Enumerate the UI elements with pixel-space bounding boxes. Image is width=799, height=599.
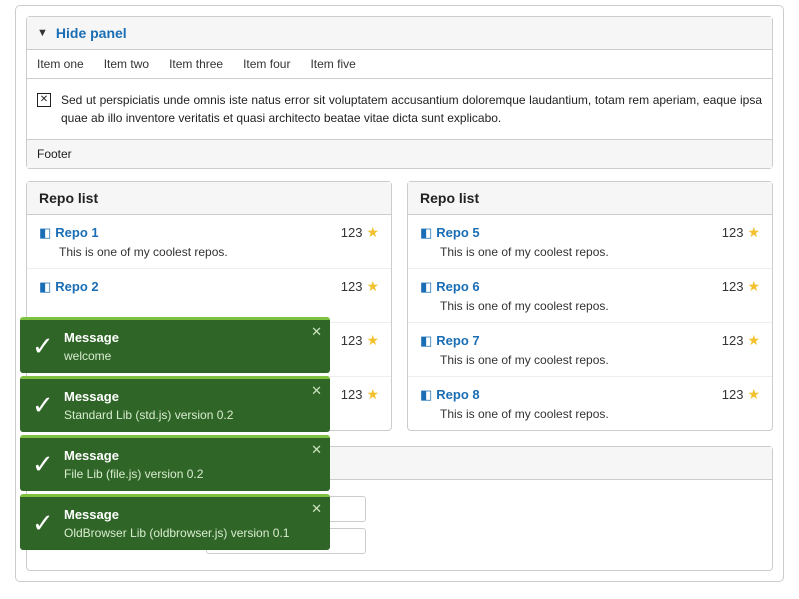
collapsible-panel: ▼ Hide panel Item one Item two Item thre…	[26, 16, 773, 169]
repo-item: ◧ Repo 8 123★ This is one of my coolest …	[408, 376, 772, 430]
repo-link[interactable]: Repo 6	[436, 279, 479, 294]
content-icon: ✕	[37, 93, 51, 107]
toast-text: Standard Lib (std.js) version 0.2	[64, 408, 318, 422]
repo-description: This is one of my coolest repos.	[420, 241, 760, 259]
check-icon: ✓	[32, 449, 64, 480]
repo-item: ◧ Repo 2 123★	[27, 268, 391, 322]
repo-list-right: Repo list ◧ Repo 5 123★ This is one of m…	[407, 181, 773, 431]
repo-description: This is one of my coolest repos.	[420, 403, 760, 421]
close-icon[interactable]: ✕	[311, 442, 322, 458]
bookmark-icon: ◧	[420, 333, 432, 349]
repo-description	[39, 295, 379, 313]
star-icon: ★	[747, 278, 760, 295]
close-icon[interactable]: ✕	[311, 383, 322, 399]
panel-title: Hide panel	[56, 25, 127, 41]
toast-text: File Lib (file.js) version 0.2	[64, 467, 318, 481]
repo-list-header: Repo list	[27, 182, 391, 215]
repo-item: ◧ Repo 5 123★ This is one of my coolest …	[408, 215, 772, 268]
repo-stars: 123★	[722, 278, 760, 295]
menu-item[interactable]: Item one	[27, 50, 94, 78]
repo-stars: 123★	[341, 332, 379, 349]
star-icon: ★	[366, 224, 379, 241]
panel-header[interactable]: ▼ Hide panel	[27, 17, 772, 50]
star-icon: ★	[366, 278, 379, 295]
close-icon[interactable]: ✕	[311, 324, 322, 340]
repo-list-header: Repo list	[408, 182, 772, 215]
repo-link[interactable]: Repo 2	[55, 279, 98, 294]
menu-item[interactable]: Item three	[159, 50, 233, 78]
chevron-down-icon: ▼	[37, 27, 48, 39]
star-icon: ★	[747, 386, 760, 403]
star-icon: ★	[366, 386, 379, 403]
repo-description: This is one of my coolest repos.	[420, 295, 760, 313]
toast-text: welcome	[64, 349, 318, 363]
toast: ✓ Message OldBrowser Lib (oldbrowser.js)…	[20, 494, 330, 550]
bookmark-icon: ◧	[39, 279, 51, 295]
bookmark-icon: ◧	[420, 225, 432, 241]
repo-item: ◧ Repo 1 123★ This is one of my coolest …	[27, 215, 391, 268]
toast-title: Message	[64, 389, 318, 404]
repo-stars: 123★	[722, 332, 760, 349]
bookmark-icon: ◧	[420, 279, 432, 295]
repo-stars: 123★	[341, 224, 379, 241]
menubar: Item one Item two Item three Item four I…	[27, 50, 772, 79]
repo-stars: 123★	[722, 386, 760, 403]
panel-footer: Footer	[27, 140, 772, 168]
toast: ✓ Message welcome ✕	[20, 317, 330, 373]
check-icon: ✓	[32, 508, 64, 539]
repo-link[interactable]: Repo 5	[436, 225, 479, 240]
toast-title: Message	[64, 448, 318, 463]
toast-title: Message	[64, 330, 318, 345]
toast: ✓ Message Standard Lib (std.js) version …	[20, 376, 330, 432]
repo-item: ◧ Repo 7 123★ This is one of my coolest …	[408, 322, 772, 376]
menu-item[interactable]: Item five	[300, 50, 365, 78]
menu-item[interactable]: Item two	[94, 50, 159, 78]
check-icon: ✓	[32, 390, 64, 421]
close-icon[interactable]: ✕	[311, 501, 322, 517]
toast-title: Message	[64, 507, 318, 522]
repo-item: ◧ Repo 6 123★ This is one of my coolest …	[408, 268, 772, 322]
repo-stars: 123★	[341, 278, 379, 295]
panel-text: Sed ut perspiciatis unde omnis iste natu…	[61, 91, 762, 127]
repo-stars: 123★	[341, 386, 379, 403]
star-icon: ★	[747, 224, 760, 241]
bookmark-icon: ◧	[420, 387, 432, 403]
panel-content: ✕ Sed ut perspiciatis unde omnis iste na…	[27, 79, 772, 140]
toast: ✓ Message File Lib (file.js) version 0.2…	[20, 435, 330, 491]
repo-description: This is one of my coolest repos.	[420, 349, 760, 367]
star-icon: ★	[747, 332, 760, 349]
repo-link[interactable]: Repo 8	[436, 387, 479, 402]
bookmark-icon: ◧	[39, 225, 51, 241]
menu-item[interactable]: Item four	[233, 50, 300, 78]
star-icon: ★	[366, 332, 379, 349]
repo-stars: 123★	[722, 224, 760, 241]
toast-text: OldBrowser Lib (oldbrowser.js) version 0…	[64, 526, 318, 540]
repo-link[interactable]: Repo 1	[55, 225, 98, 240]
check-icon: ✓	[32, 331, 64, 362]
repo-link[interactable]: Repo 7	[436, 333, 479, 348]
repo-description: This is one of my coolest repos.	[39, 241, 379, 259]
toast-stack: ✓ Message welcome ✕ ✓ Message Standard L…	[20, 317, 330, 550]
